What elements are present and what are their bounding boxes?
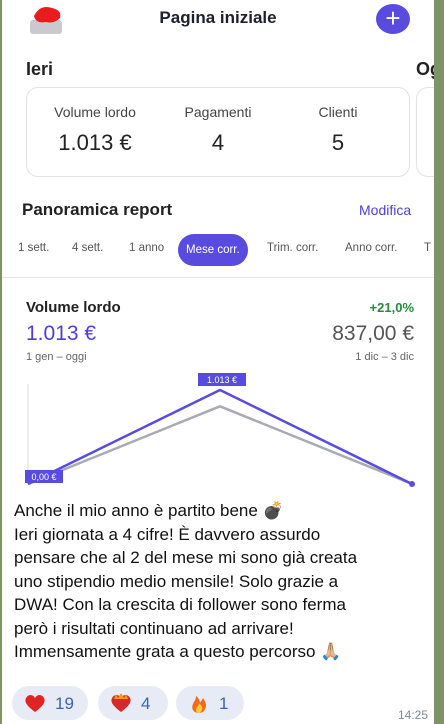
previous-value: 837,00 € [332, 322, 414, 345]
period-tabs: 1 sett. 4 sett. 1 anno Mese corr. Trim. … [2, 234, 434, 268]
message-line: DWA! Con la crescita di follower sono fe… [14, 595, 346, 614]
stat-value: 4 [211, 130, 225, 155]
reaction-heart[interactable]: 19 [12, 686, 88, 720]
message-line: Anche il mio anno è partito bene 💣 [14, 501, 284, 520]
message-line: uno stipendio medio mensile! Solo grazie… [14, 571, 339, 591]
tab-current-month[interactable]: Mese corr. [178, 234, 248, 266]
edit-link[interactable]: Modifica [359, 202, 411, 218]
tab-1-week[interactable]: 1 sett. [18, 242, 49, 254]
page-title: Pagina iniziale [159, 8, 277, 27]
message-line: pensare che al 2 del mese mi sono già cr… [14, 548, 358, 567]
stat-label: Pagamenti [184, 104, 252, 120]
data-label-start: 0,00 € [25, 470, 63, 483]
data-label-peak: 1.013 € [198, 373, 246, 386]
data-label-start-text: 0,00 € [31, 472, 56, 482]
metric-label: Volume lordo [26, 299, 121, 316]
message-line: Immensamente grata a questo percorso 🙏🏼 [14, 642, 342, 661]
message-bubble: Pagina iniziale + Ieri Og Volume lordo 1… [2, 0, 434, 724]
series-point-end [409, 481, 415, 487]
fire-icon [192, 696, 207, 713]
tab-current-year[interactable]: Anno corr. [345, 242, 397, 254]
current-value: 1.013 € [26, 322, 97, 345]
reactions: 19 4 1 [12, 686, 312, 722]
series-line-current [27, 388, 413, 486]
stat-value: 1.013 € [58, 130, 132, 155]
app-header: Pagina iniziale + [2, 0, 434, 40]
tab-more[interactable]: T [424, 242, 431, 254]
message-line: però i risultati continuano ad arrivare! [14, 618, 294, 638]
reaction-fire[interactable]: 1 [176, 686, 244, 720]
yesterday-stats-card[interactable]: Volume lordo 1.013 € Pagamenti 4 Clienti… [26, 87, 410, 177]
stat-value: 5 [331, 130, 345, 155]
reaction-count: 4 [141, 694, 151, 713]
volume-chart: 0,00 € 1.013 € [25, 373, 415, 487]
today-heading: Og [416, 59, 434, 79]
stat-label: Volume lordo [54, 104, 136, 120]
reaction-heart-on-fire[interactable]: 4 [98, 686, 168, 720]
tab-1-year[interactable]: 1 anno [129, 242, 164, 254]
tab-4-weeks[interactable]: 4 sett. [72, 242, 103, 254]
stat-label: Clienti [318, 104, 358, 120]
reaction-count: 19 [55, 694, 74, 713]
heart-icon [25, 695, 45, 712]
report-title: Panoramica report [22, 200, 173, 219]
yesterday-heading: Ieri [26, 59, 54, 79]
heart-on-fire-icon [111, 693, 131, 712]
change-badge: +21,0% [369, 300, 414, 315]
message-time: 14:25 [397, 708, 428, 722]
message-text: Anche il mio anno è partito bene 💣 Ieri … [14, 499, 424, 664]
divider [2, 277, 434, 278]
tab-current-quarter[interactable]: Trim. corr. [267, 242, 318, 254]
plus-icon[interactable]: + [376, 4, 410, 34]
today-stats-card[interactable] [416, 87, 434, 177]
reaction-count: 1 [219, 694, 229, 713]
data-label-peak-text: 1.013 € [207, 375, 237, 385]
message-line: Ieri giornata a 4 cifre! È davvero assur… [14, 524, 321, 544]
series-line-previous [27, 405, 413, 486]
